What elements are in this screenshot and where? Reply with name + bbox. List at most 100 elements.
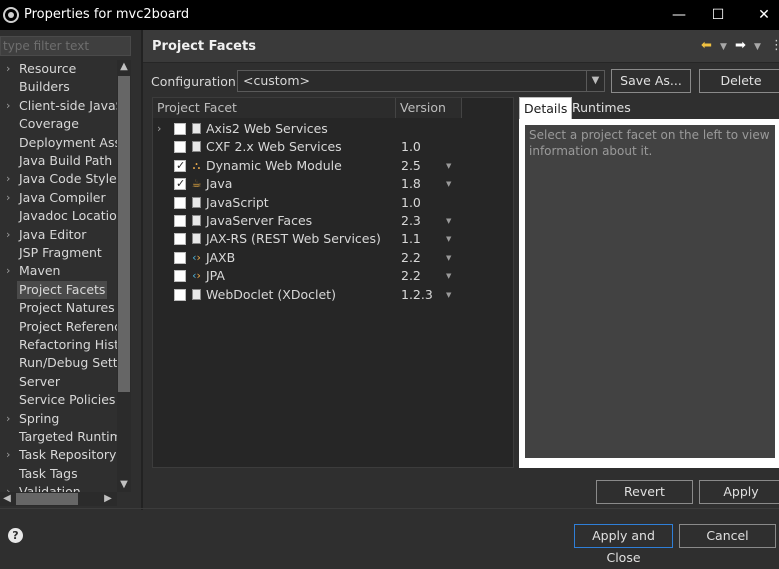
facet-checkbox[interactable] (174, 196, 186, 209)
scroll-thumb[interactable] (118, 76, 130, 392)
tree-item[interactable]: Project Reference (0, 318, 117, 336)
scroll-down-icon[interactable]: ▼ (117, 478, 131, 492)
chevron-right-icon[interactable]: › (6, 483, 10, 492)
revert-button[interactable]: Revert (596, 480, 693, 504)
scroll-left-icon[interactable]: ◀ (0, 492, 14, 506)
tree-item[interactable]: Task Tags (0, 465, 117, 483)
facet-version[interactable]: 2.3 (401, 212, 421, 230)
facet-row[interactable]: ☕ Java 1.8 ▼ (153, 175, 515, 193)
facet-row[interactable]: JavaScript 1.0 (153, 194, 515, 212)
tree-item[interactable]: › Spring (0, 410, 117, 428)
facet-version[interactable]: 1.8 (401, 175, 421, 193)
facet-checkbox[interactable] (174, 270, 186, 283)
facet-version[interactable]: 1.0 (401, 194, 421, 212)
tree-item[interactable]: Refactoring Histor (0, 336, 117, 354)
facet-checkbox[interactable] (174, 175, 186, 193)
help-icon[interactable]: ? (8, 528, 23, 543)
filter-input[interactable]: type filter text (0, 36, 131, 56)
facet-checkbox[interactable] (174, 141, 186, 154)
tree-item[interactable]: Targeted Runtime (0, 428, 117, 446)
tree-item[interactable]: Java Build Path (0, 152, 117, 170)
tree-vertical-scrollbar[interactable]: ▲ ▼ (117, 60, 131, 492)
save-as-button[interactable]: Save As... (611, 69, 691, 93)
facet-version[interactable]: 2.2 (401, 267, 421, 285)
tree-item[interactable]: › Task Repository (0, 446, 117, 464)
tree-item[interactable]: › Maven (0, 262, 117, 280)
scroll-right-icon[interactable]: ▶ (101, 492, 115, 506)
facet-row[interactable]: JavaServer Faces 2.3 ▼ (153, 212, 515, 230)
chevron-right-icon[interactable]: › (6, 262, 10, 280)
tree-item[interactable]: Server (0, 373, 117, 391)
facet-checkbox[interactable] (174, 123, 186, 135)
facet-row[interactable]: JAX-RS (REST Web Services) 1.1 ▼ (153, 230, 515, 248)
facet-version[interactable]: 1.1 (401, 230, 421, 248)
facet-row[interactable]: WebDoclet (XDoclet) 1.2.3 ▼ (153, 286, 515, 304)
chevron-right-icon[interactable]: › (6, 60, 10, 78)
apply-button[interactable]: Apply (699, 480, 779, 504)
chevron-right-icon[interactable]: › (6, 226, 10, 244)
facet-checkbox[interactable] (174, 157, 186, 175)
tree-item[interactable]: Run/Debug Settin (0, 354, 117, 372)
tab-details[interactable]: Details (519, 97, 573, 119)
tree-item[interactable]: Project Facets (0, 280, 117, 299)
cancel-button[interactable]: Cancel (679, 524, 776, 548)
tree-item[interactable]: Builders (0, 78, 117, 96)
tree-item[interactable]: Coverage (0, 115, 117, 133)
facet-version[interactable]: 2.2 (401, 249, 421, 267)
forward-dropdown-icon[interactable]: ▼ (754, 42, 761, 52)
chevron-down-icon[interactable]: ▼ (586, 71, 604, 91)
version-dropdown-icon[interactable]: ▼ (446, 230, 451, 248)
version-dropdown-icon[interactable]: ▼ (446, 157, 451, 175)
facet-version[interactable]: 1.2.3 (401, 286, 433, 304)
facet-checkbox[interactable] (174, 288, 186, 301)
back-icon[interactable]: ⬅ (701, 38, 712, 53)
facet-row[interactable]: ‹› JAXB 2.2 ▼ (153, 249, 515, 267)
facet-row[interactable]: ⛬ Dynamic Web Module 2.5 ▼ (153, 157, 515, 175)
tree-item[interactable]: › Resource (0, 60, 117, 78)
tree-item[interactable]: › Java Code Style (0, 170, 117, 188)
tree-item[interactable]: Javadoc Location (0, 207, 117, 225)
facet-version[interactable]: 2.5 (401, 157, 421, 175)
version-dropdown-icon[interactable]: ▼ (446, 249, 451, 267)
close-button[interactable]: ✕ (741, 0, 779, 30)
facet-row[interactable]: › Axis2 Web Services (153, 120, 515, 138)
chevron-right-icon[interactable]: › (6, 410, 10, 428)
tree-horizontal-scrollbar[interactable]: ◀ ▶ (0, 492, 117, 506)
hscroll-thumb[interactable] (16, 493, 78, 505)
tree-item[interactable]: › Java Compiler (0, 189, 117, 207)
tree-item[interactable]: › Validation (0, 483, 117, 492)
configuration-select[interactable]: <custom> ▼ (237, 70, 605, 92)
tree-item[interactable]: › Java Editor (0, 226, 117, 244)
apply-and-close-button[interactable]: Apply and Close (574, 524, 673, 565)
version-dropdown-icon[interactable]: ▼ (446, 175, 451, 193)
tab-runtimes[interactable]: Runtimes (568, 97, 635, 119)
tree-item[interactable]: › Client-side JavaSc (0, 97, 117, 115)
chevron-right-icon[interactable]: › (6, 97, 10, 115)
facet-checkbox[interactable] (174, 251, 186, 264)
tree-item[interactable]: Service Policies (0, 391, 117, 409)
version-dropdown-icon[interactable]: ▼ (446, 286, 451, 304)
back-dropdown-icon[interactable]: ▼ (720, 42, 727, 52)
maximize-button[interactable]: ☐ (695, 0, 741, 30)
chevron-right-icon[interactable]: › (6, 446, 10, 464)
delete-button[interactable]: Delete (699, 69, 779, 93)
version-dropdown-icon[interactable]: ▼ (446, 212, 451, 230)
chevron-right-icon[interactable]: › (6, 189, 10, 207)
scroll-up-icon[interactable]: ▲ (117, 60, 131, 74)
column-header-version[interactable]: Version (396, 98, 462, 118)
tree-item[interactable]: Project Natures (0, 299, 117, 317)
version-dropdown-icon[interactable]: ▼ (446, 267, 451, 285)
chevron-right-icon[interactable]: › (6, 170, 10, 188)
facet-version[interactable]: 1.0 (401, 138, 421, 156)
facet-name: JavaServer Faces (206, 213, 313, 228)
tree-item[interactable]: Deployment Asse (0, 134, 117, 152)
facet-checkbox[interactable] (174, 233, 186, 246)
forward-icon[interactable]: ➡ (735, 38, 746, 53)
facet-checkbox[interactable] (174, 215, 186, 227)
column-header-facet[interactable]: Project Facet (153, 98, 396, 118)
facet-row[interactable]: CXF 2.x Web Services 1.0 (153, 138, 515, 156)
view-menu-icon[interactable]: ⋮ (770, 38, 779, 53)
tree-item[interactable]: JSP Fragment (0, 244, 117, 262)
chevron-right-icon[interactable]: › (157, 120, 161, 138)
facet-row[interactable]: ‹› JPA 2.2 ▼ (153, 267, 515, 285)
